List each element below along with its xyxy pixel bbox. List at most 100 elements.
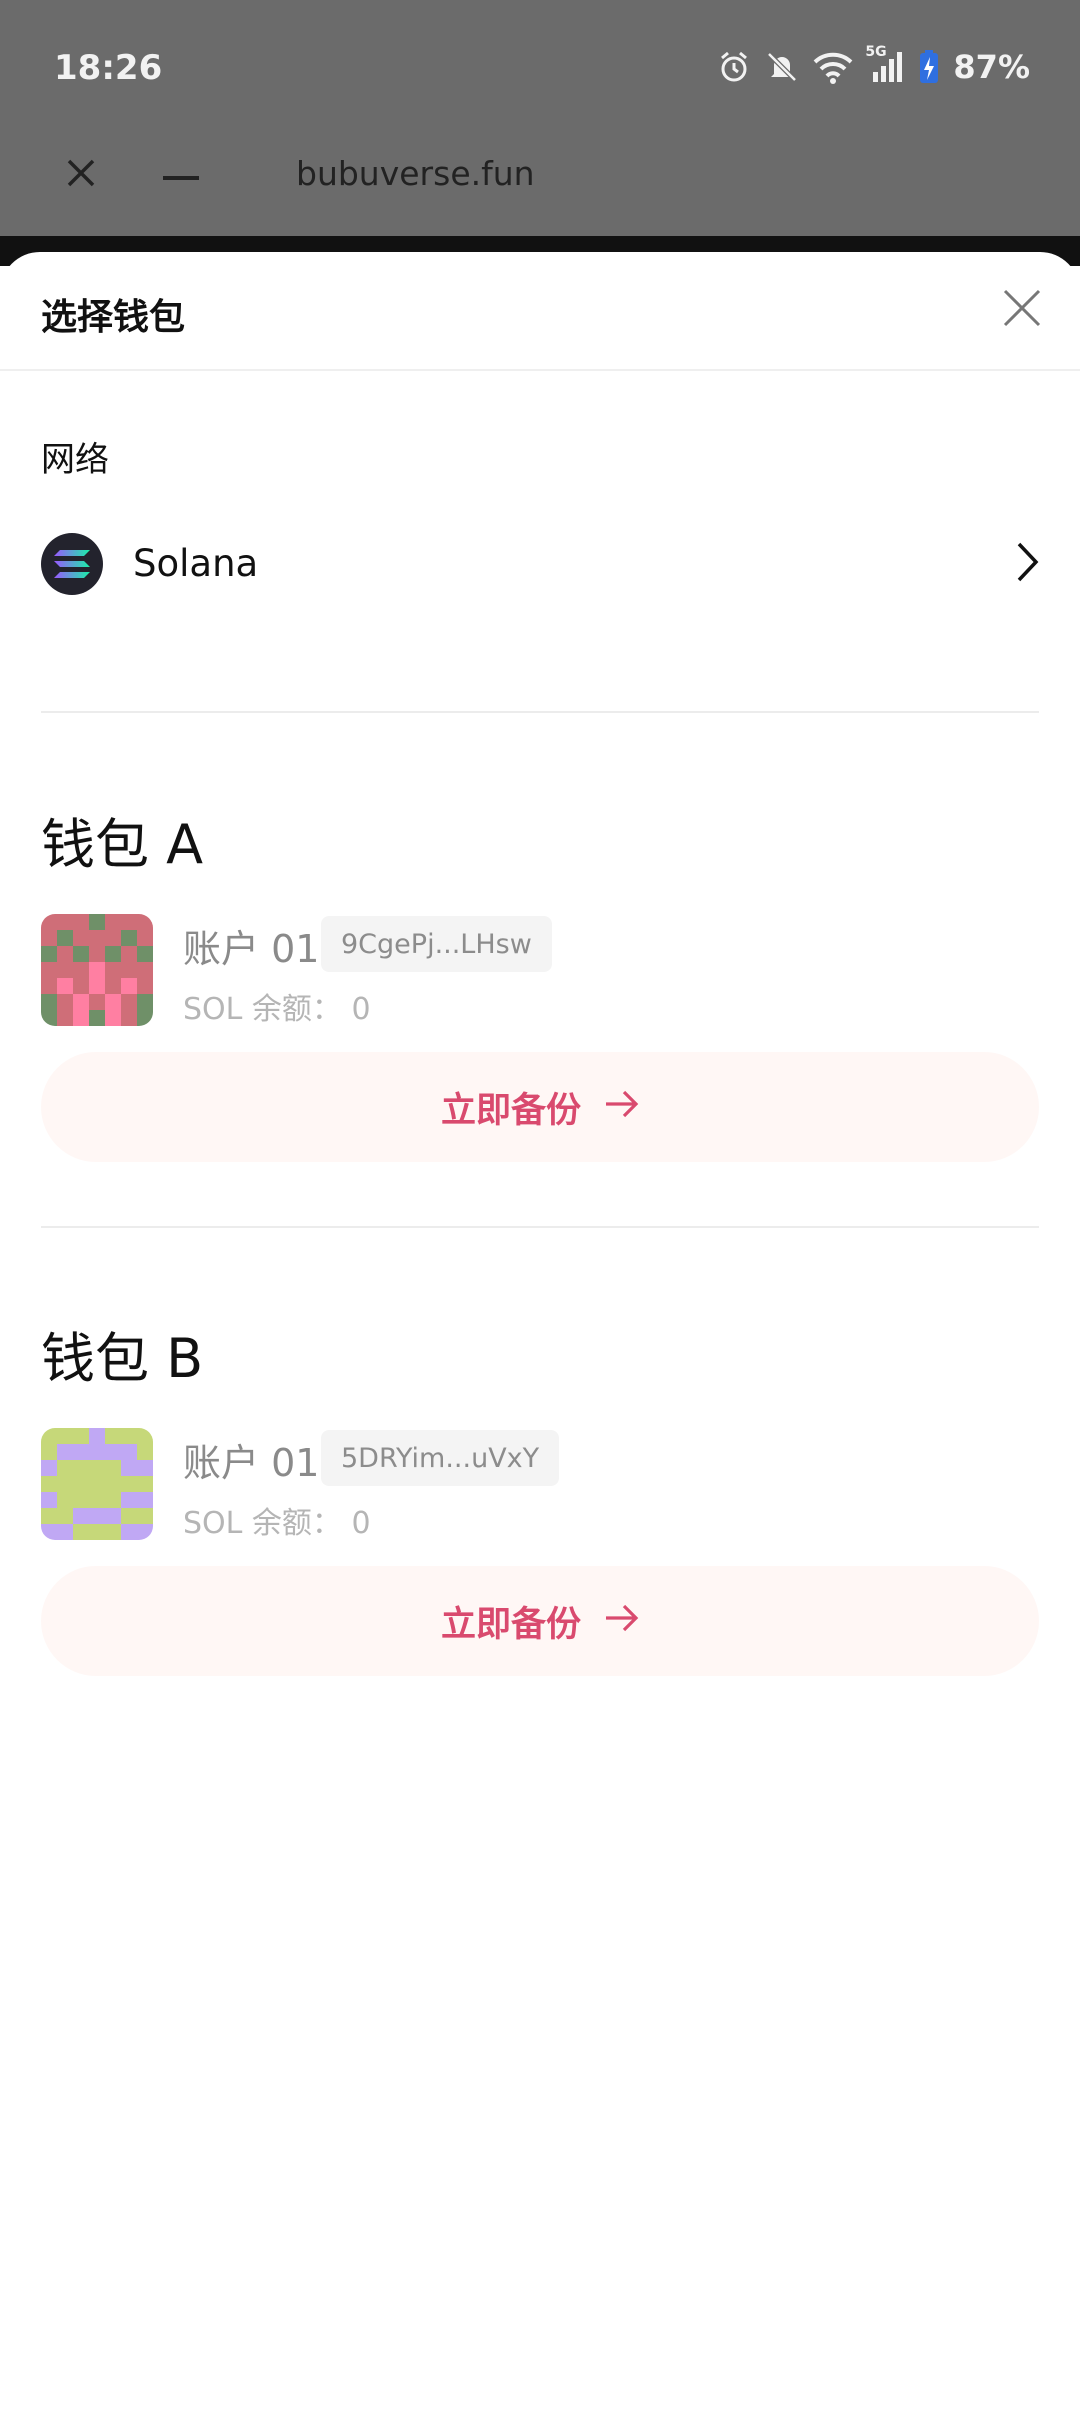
divider (41, 711, 1039, 713)
browser-toolbar: bubuverse.fun (36, 140, 1052, 210)
avatar-pixel (105, 1444, 121, 1460)
browser-url[interactable]: bubuverse.fun (296, 154, 535, 193)
avatar-pixel (73, 1460, 89, 1476)
avatar-pixel (121, 962, 137, 978)
avatar-pixel (41, 994, 57, 1010)
network-selector[interactable]: Solana (41, 530, 1041, 602)
sheet-header: 选择钱包 (0, 252, 1080, 371)
avatar-pixel (57, 914, 73, 930)
browser-close-button[interactable] (46, 140, 116, 210)
wallet-account-row[interactable]: 账户 01 5DRYim...uVxY SOL 余额： 0 (41, 1428, 1041, 1541)
backup-now-button[interactable]: 立即备份 (41, 1566, 1039, 1676)
avatar-pixel (41, 978, 57, 994)
avatar-pixel (121, 978, 137, 994)
minimize-icon (163, 166, 199, 185)
avatar-pixel (89, 1428, 105, 1444)
avatar-pixel (41, 930, 57, 946)
avatar-pixel (41, 1476, 57, 1492)
wallet-title: 钱包 B (41, 1327, 204, 1390)
wallet-account-row[interactable]: 账户 01 9CgePj...LHsw SOL 余额： 0 (41, 914, 1041, 1027)
browser-minimize-button[interactable] (146, 140, 216, 210)
avatar-pixel (73, 1010, 89, 1026)
sheet-close-button[interactable] (994, 282, 1050, 338)
avatar-pixel (105, 1010, 121, 1026)
account-name: 账户 01 (183, 927, 320, 971)
avatar-pixel (89, 1010, 105, 1026)
network-section-label: 网络 (41, 440, 109, 480)
avatar-pixel (121, 994, 137, 1010)
avatar-pixel (57, 1476, 73, 1492)
avatar-pixel (105, 930, 121, 946)
avatar-pixel (73, 994, 89, 1010)
address-chip[interactable]: 5DRYim...uVxY (321, 1430, 560, 1486)
avatar-pixel (89, 962, 105, 978)
close-icon (66, 158, 96, 192)
backup-now-button[interactable]: 立即备份 (41, 1052, 1039, 1162)
avatar-pixel (89, 1492, 105, 1508)
avatar-pixel (57, 978, 73, 994)
avatar-pixel (57, 1524, 73, 1540)
avatar-pixel (105, 994, 121, 1010)
avatar-pixel (73, 1476, 89, 1492)
avatar-pixel (41, 914, 57, 930)
avatar-pixel (41, 1508, 57, 1524)
avatar-pixel (57, 1508, 73, 1524)
avatar-pixel (137, 1460, 153, 1476)
avatar-pixel (89, 1460, 105, 1476)
avatar-pixel (105, 978, 121, 994)
avatar-pixel (89, 978, 105, 994)
avatar-pixel (137, 1444, 153, 1460)
avatar-pixel (89, 1476, 105, 1492)
avatar-pixel (137, 1010, 153, 1026)
wifi-icon (813, 50, 853, 84)
chevron-right-icon (1015, 540, 1041, 588)
avatar-pixel (41, 1460, 57, 1476)
avatar-pixel (121, 1476, 137, 1492)
avatar-pixel (73, 946, 89, 962)
avatar-pixel (105, 1508, 121, 1524)
cellular-signal-icon: 5G (865, 44, 905, 84)
avatar-pixel (121, 946, 137, 962)
avatar-pixel (137, 1508, 153, 1524)
avatar-pixel (73, 930, 89, 946)
avatar-pixel (89, 1508, 105, 1524)
avatar-pixel (121, 1460, 137, 1476)
avatar-pixel (57, 1010, 73, 1026)
avatar-pixel (41, 1010, 57, 1026)
avatar-pixel (121, 1444, 137, 1460)
avatar-pixel (105, 1492, 121, 1508)
avatar-pixel (73, 914, 89, 930)
account-avatar (41, 1428, 153, 1540)
backup-now-label: 立即备份 (440, 1090, 581, 1131)
avatar-pixel (41, 1492, 57, 1508)
account-name: 账户 01 (183, 1441, 320, 1485)
backup-now-label: 立即备份 (440, 1604, 581, 1645)
avatar-pixel (105, 914, 121, 930)
avatar-pixel (121, 930, 137, 946)
avatar-pixel (89, 930, 105, 946)
avatar-pixel (89, 994, 105, 1010)
avatar-pixel (137, 914, 153, 930)
sol-balance: SOL 余额： 0 (183, 1506, 371, 1541)
sol-balance: SOL 余额： 0 (183, 992, 371, 1027)
avatar-pixel (57, 1492, 73, 1508)
avatar-pixel (89, 1524, 105, 1540)
avatar-pixel (105, 1524, 121, 1540)
avatar-pixel (57, 1444, 73, 1460)
address-chip[interactable]: 9CgePj...LHsw (321, 916, 552, 972)
avatar-pixel (105, 946, 121, 962)
avatar-pixel (73, 962, 89, 978)
avatar-pixel (57, 1460, 73, 1476)
network-name: Solana (133, 542, 259, 585)
avatar-pixel (41, 946, 57, 962)
avatar-pixel (73, 1428, 89, 1444)
avatar-pixel (89, 946, 105, 962)
avatar-pixel (41, 1524, 57, 1540)
avatar-pixel (137, 1492, 153, 1508)
avatar-pixel (57, 1428, 73, 1444)
battery-level: 87% (953, 48, 1030, 86)
avatar-pixel (57, 946, 73, 962)
avatar-pixel (73, 1492, 89, 1508)
wallet-select-sheet: 选择钱包 网络 Solana 钱包 A 账户 01 9CgePj...LHsw … (0, 252, 1080, 2412)
avatar-pixel (137, 930, 153, 946)
